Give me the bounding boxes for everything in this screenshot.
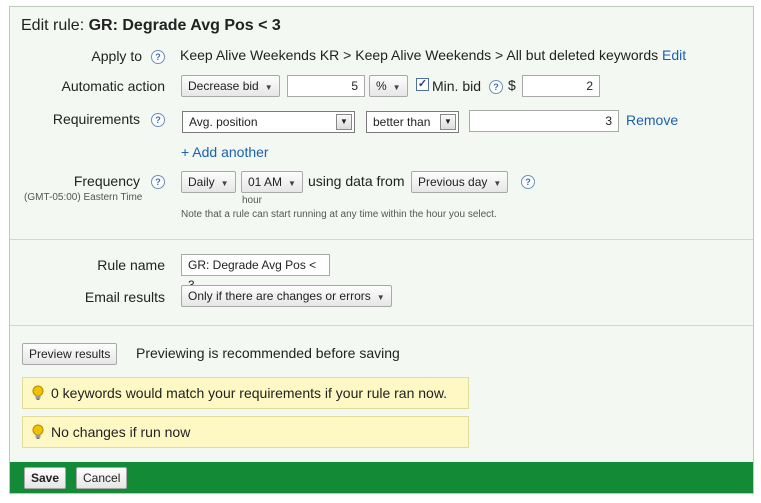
preview-results-button[interactable]: Preview results: [22, 343, 118, 365]
chevron-down-icon: ▼: [220, 179, 229, 188]
lightbulb-icon: [32, 424, 44, 440]
edit-rule-panel: Edit rule: GR: Degrade Avg Pos < 3 Apply…: [9, 6, 754, 494]
using-data-from-text: using data from: [308, 173, 405, 189]
rule-name-label: Rule name: [97, 257, 165, 273]
action-dropdown[interactable]: Decrease bid ▼: [181, 75, 280, 97]
frequency-label: Frequency: [73, 173, 140, 189]
rule-title: GR: Degrade Avg Pos < 3: [88, 17, 281, 34]
divider: [10, 239, 753, 240]
requirements-label: Requirements: [52, 111, 140, 127]
lightbulb-icon: [32, 385, 44, 401]
help-icon[interactable]: ?: [521, 175, 535, 189]
bid-unit-dropdown[interactable]: % ▼: [369, 75, 408, 97]
apply-to-value: Keep Alive Weekends KR > Keep Alive Week…: [180, 47, 687, 63]
email-results-label: Email results: [84, 289, 165, 305]
help-icon[interactable]: ?: [151, 50, 165, 64]
requirement-operator-select[interactable]: better than ▼: [366, 111, 459, 133]
min-bid-label: Min. bid: [432, 78, 482, 94]
remove-requirement-link[interactable]: Remove: [626, 112, 678, 128]
data-range-dropdown[interactable]: Previous day ▼: [411, 171, 509, 193]
help-icon[interactable]: ?: [151, 113, 165, 127]
help-icon[interactable]: ?: [489, 80, 503, 94]
frequency-period-dropdown[interactable]: Daily ▼: [181, 171, 236, 193]
chevron-down-icon: ▼: [288, 179, 296, 188]
preview-message-changes: No changes if run now: [22, 416, 469, 448]
apply-to-label: Apply to: [91, 48, 142, 64]
footer-bar: Save Cancel: [10, 462, 753, 493]
email-results-dropdown[interactable]: Only if there are changes or errors ▼: [181, 285, 392, 307]
title-prefix: Edit rule:: [21, 17, 85, 34]
preview-message-match: 0 keywords would match your requirements…: [22, 377, 469, 409]
apply-to-edit-link[interactable]: Edit: [662, 47, 686, 63]
save-button[interactable]: Save: [24, 467, 67, 489]
chevron-down-icon: ▼: [336, 114, 352, 130]
chevron-down-icon: ▼: [493, 179, 502, 188]
chevron-down-icon: ▼: [440, 114, 456, 130]
requirement-metric-select[interactable]: Avg. position ▼: [182, 111, 355, 133]
divider: [10, 325, 753, 326]
chevron-down-icon: ▼: [392, 83, 401, 92]
min-bid-input[interactable]: 2: [522, 75, 600, 97]
requirement-value-input[interactable]: 3: [469, 110, 619, 132]
frequency-time-dropdown[interactable]: 01 AM ▼: [241, 171, 303, 193]
chevron-down-icon: ▼: [264, 83, 273, 92]
preview-hint: Previewing is recommended before saving: [136, 345, 400, 361]
automatic-action-label: Automatic action: [61, 78, 166, 94]
help-icon[interactable]: ?: [151, 175, 165, 189]
currency-symbol: $: [508, 77, 516, 93]
chevron-down-icon: ▼: [376, 293, 385, 302]
page-title: Edit rule: GR: Degrade Avg Pos < 3: [21, 17, 281, 35]
frequency-note: Note that a rule can start running at an…: [181, 209, 497, 220]
bid-amount-input[interactable]: 5: [287, 75, 365, 97]
min-bid-checkbox[interactable]: ✓: [416, 78, 429, 91]
cancel-button[interactable]: Cancel: [76, 467, 128, 489]
add-requirement-link[interactable]: + Add another: [181, 144, 269, 160]
checkbox-check-icon: ✓: [417, 78, 428, 90]
hour-caption: hour: [242, 195, 263, 206]
timezone-label: (GMT-05:00) Eastern Time: [24, 192, 143, 203]
rule-name-input[interactable]: GR: Degrade Avg Pos < 3: [181, 254, 330, 292]
